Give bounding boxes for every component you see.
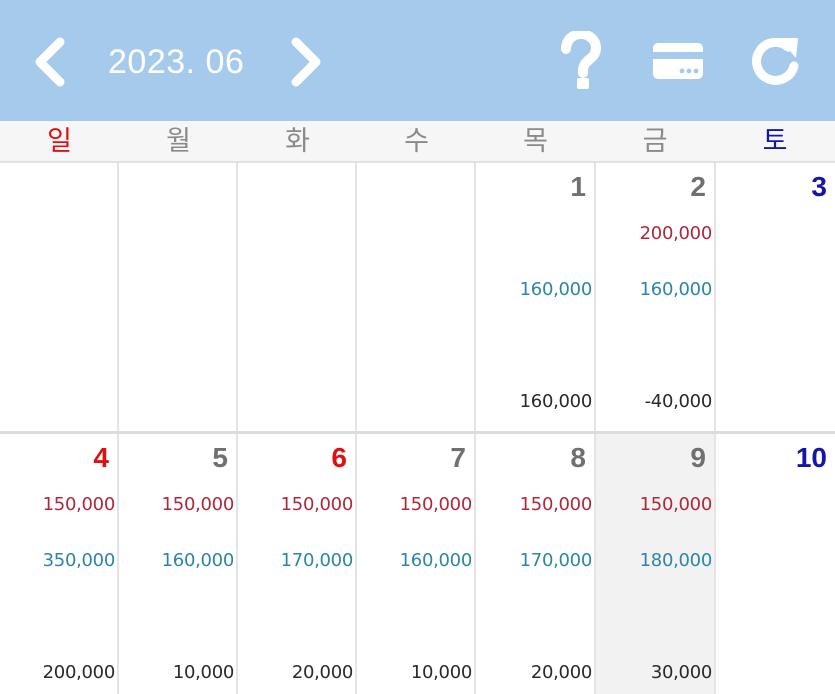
refresh-button[interactable] <box>744 30 808 94</box>
chevron-right-icon <box>291 37 321 87</box>
day-cell[interactable]: 1 160,000 160,000 <box>476 163 596 431</box>
balance-amount: 10,000 <box>410 662 472 683</box>
balance-amount: -40,000 <box>644 391 713 412</box>
balance-amount: 30,000 <box>650 662 712 683</box>
day-number: 2 <box>690 171 706 202</box>
weekday-header-row: 일 월 화 수 목 금 토 <box>0 121 835 163</box>
day-number: 7 <box>450 442 466 473</box>
expense-amount: 150,000 <box>42 494 116 515</box>
income-amount: 350,000 <box>42 550 116 571</box>
chevron-left-icon <box>35 37 65 87</box>
expense-amount: 150,000 <box>519 494 593 515</box>
balance-amount: 10,000 <box>172 662 234 683</box>
income-amount: 170,000 <box>519 550 593 571</box>
weekday-wednesday: 수 <box>404 126 429 157</box>
weekday-friday: 금 <box>642 126 668 157</box>
weekday-sunday: 일 <box>47 126 72 157</box>
question-mark-icon <box>561 31 602 89</box>
expense-amount: 150,000 <box>280 494 354 515</box>
income-amount: 180,000 <box>639 550 713 571</box>
calendar-header: 2023. 06 <box>0 0 835 121</box>
credit-card-icon <box>653 43 703 79</box>
day-number: 4 <box>93 442 109 473</box>
day-cell[interactable]: 6 150,000 170,000 20,000 <box>238 434 357 694</box>
balance-amount: 160,000 <box>519 391 593 412</box>
balance-amount: 200,000 <box>42 662 116 683</box>
card-button[interactable] <box>648 36 708 86</box>
day-cell[interactable]: 8 150,000 170,000 20,000 <box>476 434 596 694</box>
day-number: 5 <box>212 442 228 473</box>
weekday-monday: 월 <box>166 126 191 157</box>
income-amount: 160,000 <box>519 279 593 300</box>
previous-month-button[interactable] <box>22 30 78 94</box>
income-amount: 160,000 <box>161 550 235 571</box>
day-cell[interactable]: 9 150,000 180,000 30,000 <box>596 434 716 694</box>
expense-amount: 200,000 <box>639 223 713 244</box>
calendar-grid: 1 160,000 160,000 2 200,000 160,000 -40,000 3 4 1… <box>0 163 835 694</box>
day-number: 10 <box>795 442 827 473</box>
expense-amount: 150,000 <box>639 494 713 515</box>
income-amount: 160,000 <box>399 550 473 571</box>
day-number: 9 <box>690 442 706 473</box>
weekday-thursday: 목 <box>523 126 548 157</box>
day-cell[interactable] <box>238 163 357 431</box>
day-cell[interactable]: 7 150,000 160,000 10,000 <box>357 434 476 694</box>
weekday-saturday: 토 <box>762 126 788 157</box>
day-cell[interactable]: 10 <box>716 434 835 694</box>
day-cell[interactable]: 5 150,000 160,000 10,000 <box>119 434 238 694</box>
day-cell[interactable]: 2 200,000 160,000 -40,000 <box>596 163 716 431</box>
day-number: 8 <box>570 442 586 473</box>
next-month-button[interactable] <box>278 30 334 94</box>
day-number: 1 <box>570 171 586 202</box>
refresh-icon <box>752 37 799 85</box>
weekday-tuesday: 화 <box>285 126 310 157</box>
day-cell[interactable]: 3 <box>716 163 835 431</box>
day-number: 3 <box>811 171 827 202</box>
balance-amount: 20,000 <box>530 662 592 683</box>
help-button[interactable] <box>552 28 608 94</box>
income-amount: 160,000 <box>639 279 713 300</box>
expense-amount: 150,000 <box>161 494 235 515</box>
expense-amount: 150,000 <box>399 494 473 515</box>
balance-amount: 20,000 <box>291 662 353 683</box>
day-cell[interactable] <box>0 163 119 431</box>
day-number: 6 <box>331 442 347 473</box>
month-title[interactable]: 2023. 06 <box>108 40 248 84</box>
day-cell[interactable] <box>357 163 476 431</box>
income-amount: 170,000 <box>280 550 354 571</box>
day-cell[interactable] <box>119 163 238 431</box>
day-cell[interactable]: 4 150,000 350,000 200,000 <box>0 434 119 694</box>
